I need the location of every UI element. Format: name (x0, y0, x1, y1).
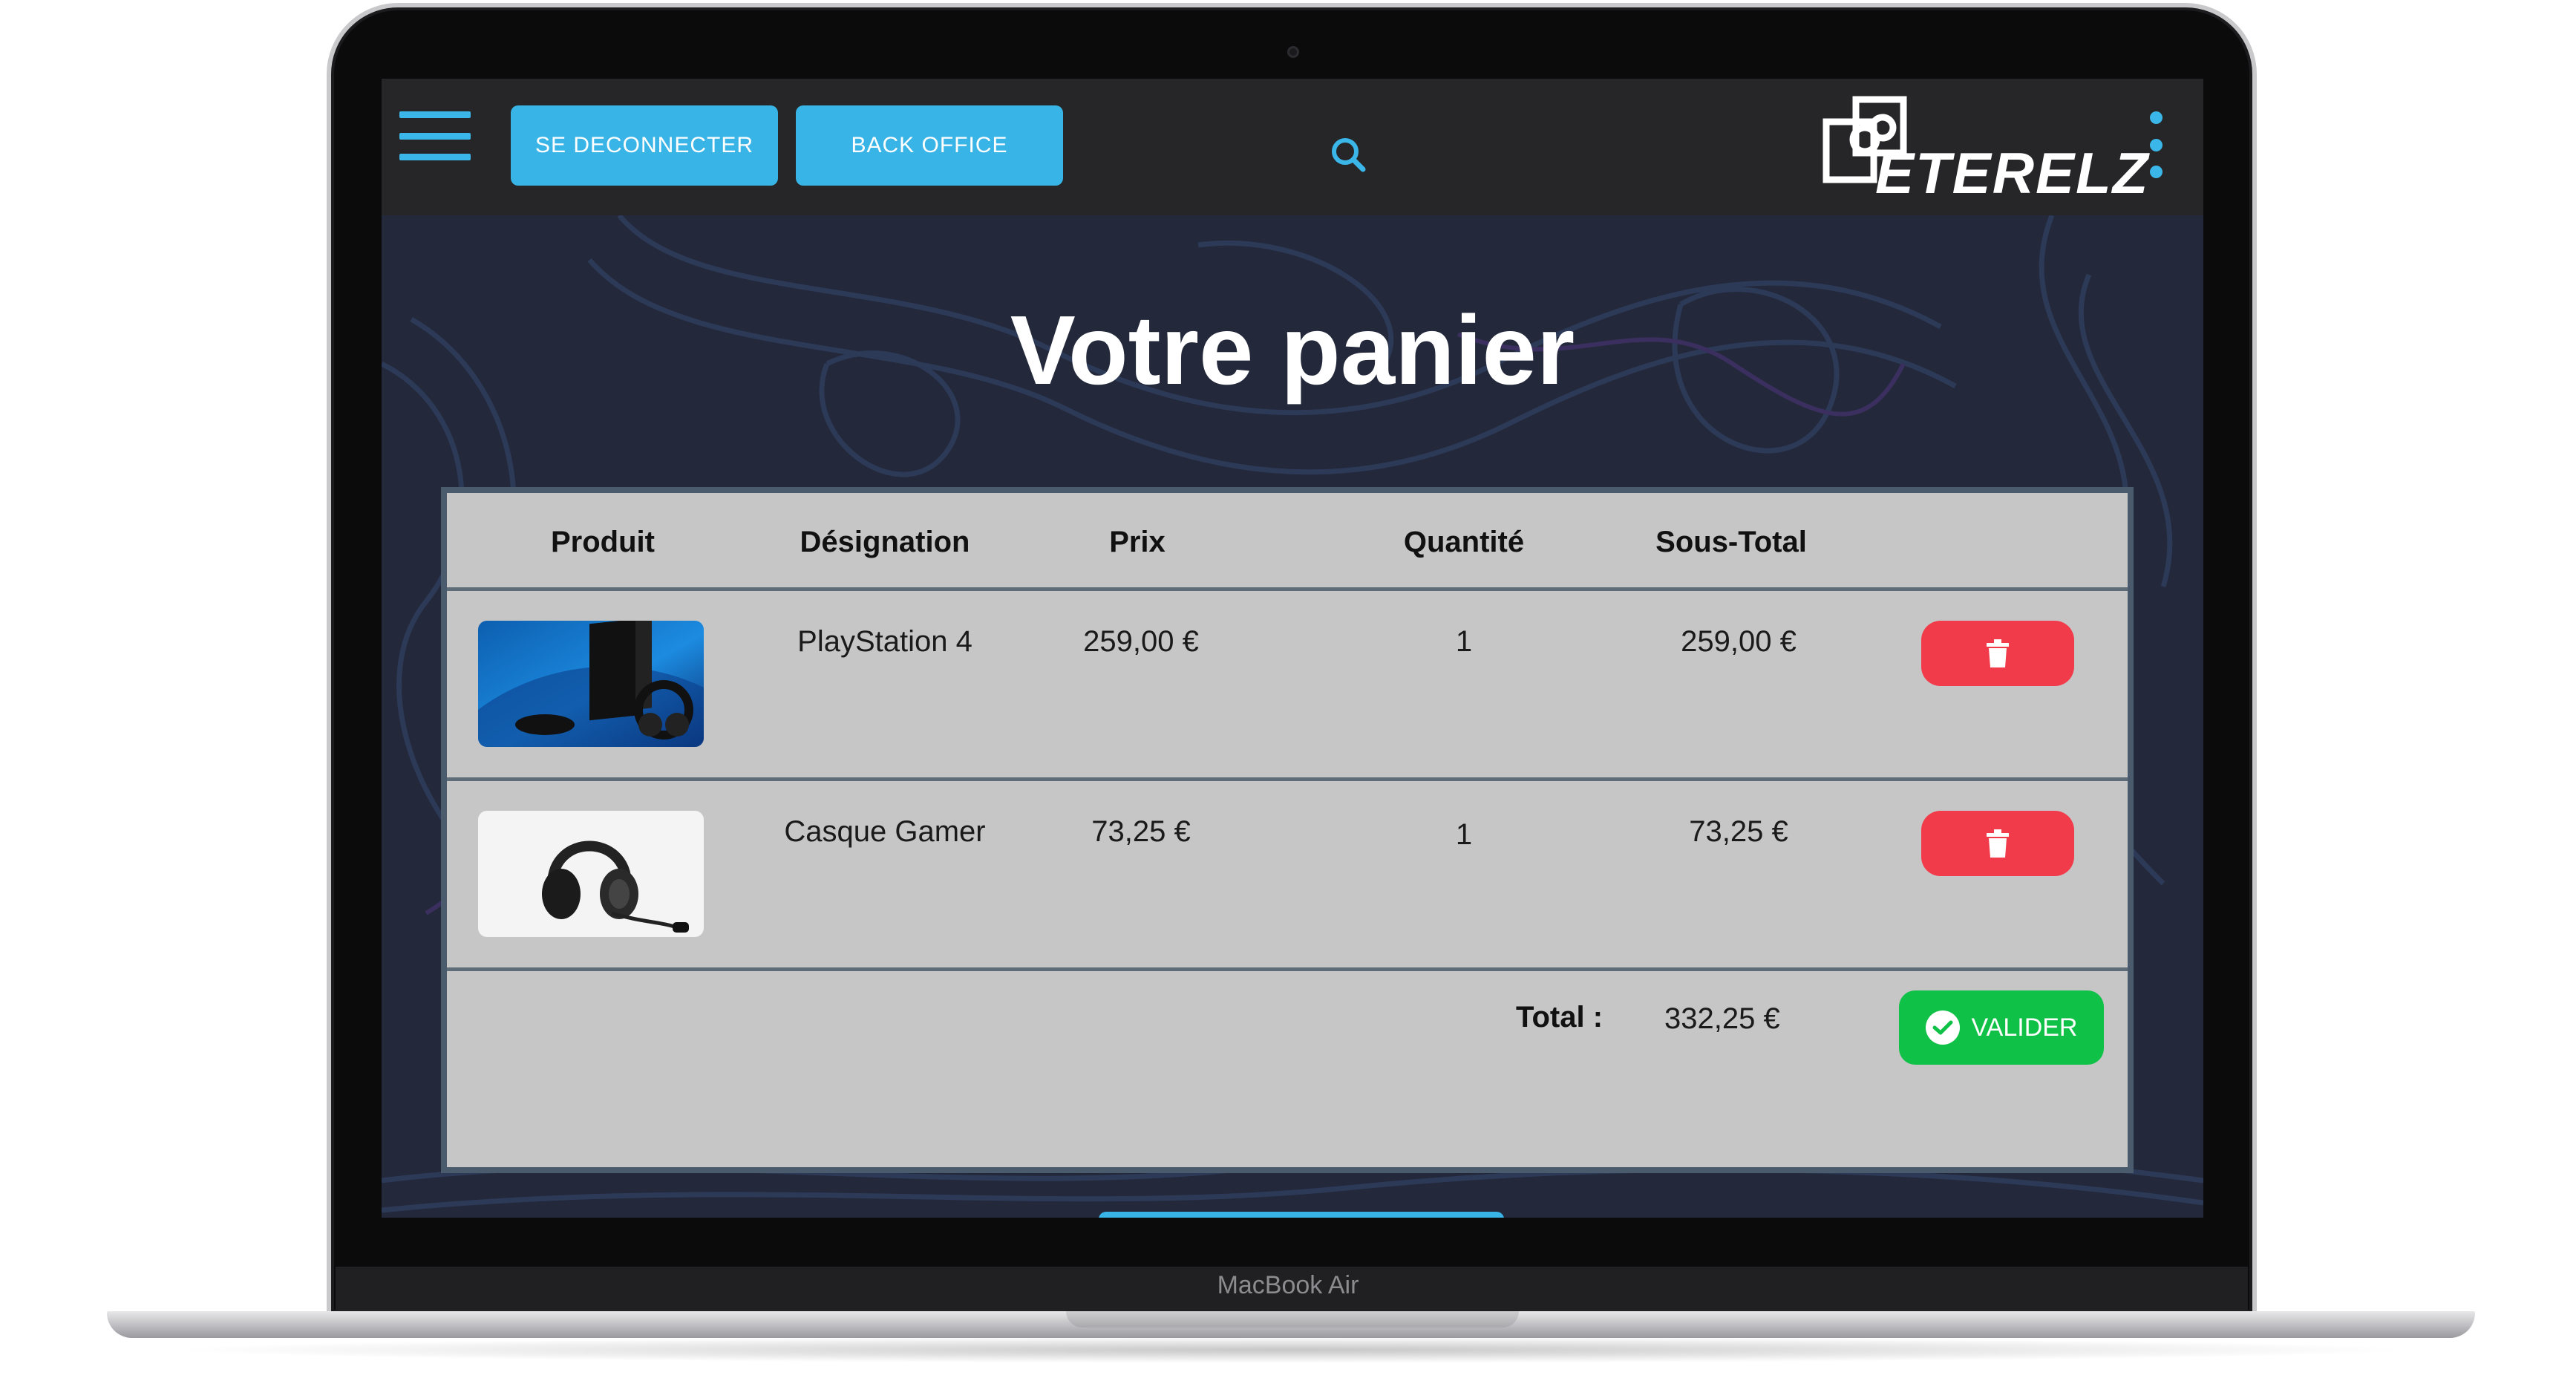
top-navigation-bar: SE DECONNECTER BACK OFFICE ETERELZ (382, 79, 2203, 215)
app-screen: SE DECONNECTER BACK OFFICE ETERELZ Votre… (382, 79, 2203, 1218)
laptop-shadow (163, 1336, 2420, 1363)
logout-button[interactable]: SE DECONNECTER (511, 105, 778, 186)
validate-label: VALIDER (1971, 1013, 2078, 1042)
item-designation: PlayStation 4 (797, 625, 972, 658)
column-header-product: Produit (551, 526, 655, 558)
column-header-quantity: Quantité (1403, 526, 1525, 558)
column-header-subtotal: Sous-Total (1655, 526, 1807, 558)
table-row: PlayStation 4 259,00 € 1 259,00 € (447, 591, 2128, 781)
bottom-action-button[interactable] (1099, 1212, 1504, 1218)
gaming-headset-image (478, 811, 704, 937)
playstation-4-image (478, 621, 704, 747)
validate-order-button[interactable]: VALIDER (1899, 990, 2104, 1065)
column-header-price: Prix (1109, 526, 1166, 558)
kebab-menu-icon[interactable] (2147, 111, 2165, 178)
cart-total-row: Total : 332,25 € VALIDER (447, 971, 2128, 1167)
total-label: Total : (1516, 1001, 1604, 1034)
delete-item-button[interactable] (1921, 621, 2074, 686)
logo-text: ETERELZ (1875, 140, 2150, 206)
camera-icon (1287, 46, 1299, 58)
back-office-button[interactable]: BACK OFFICE (796, 105, 1063, 186)
search-icon[interactable] (1327, 134, 1369, 175)
column-header-designation: Désignation (800, 526, 970, 558)
item-quantity: 1 (1455, 818, 1473, 851)
cart-header-row: Produit Désignation Prix Quantité Sous-T… (447, 493, 2128, 591)
item-quantity: 1 (1455, 625, 1473, 658)
page-title: Votre panier (1010, 296, 1575, 405)
trash-icon (1987, 639, 2009, 667)
check-circle-icon (1925, 1011, 1960, 1045)
item-price: 73,25 € (1091, 815, 1191, 848)
item-designation: Casque Gamer (784, 815, 986, 848)
hamburger-menu-icon[interactable] (399, 111, 471, 160)
laptop-notch (1066, 1311, 1519, 1328)
total-value: 332,25 € (1664, 1002, 1780, 1035)
delete-item-button[interactable] (1921, 811, 2074, 876)
item-price: 259,00 € (1083, 625, 1199, 658)
item-subtotal: 73,25 € (1689, 815, 1788, 848)
table-row: Casque Gamer 73,25 € 1 73,25 € (447, 781, 2128, 971)
item-subtotal: 259,00 € (1681, 625, 1797, 658)
device-label: MacBook Air (1217, 1271, 1359, 1299)
cart-table: Produit Désignation Prix Quantité Sous-T… (441, 487, 2134, 1173)
trash-icon (1987, 829, 2009, 858)
